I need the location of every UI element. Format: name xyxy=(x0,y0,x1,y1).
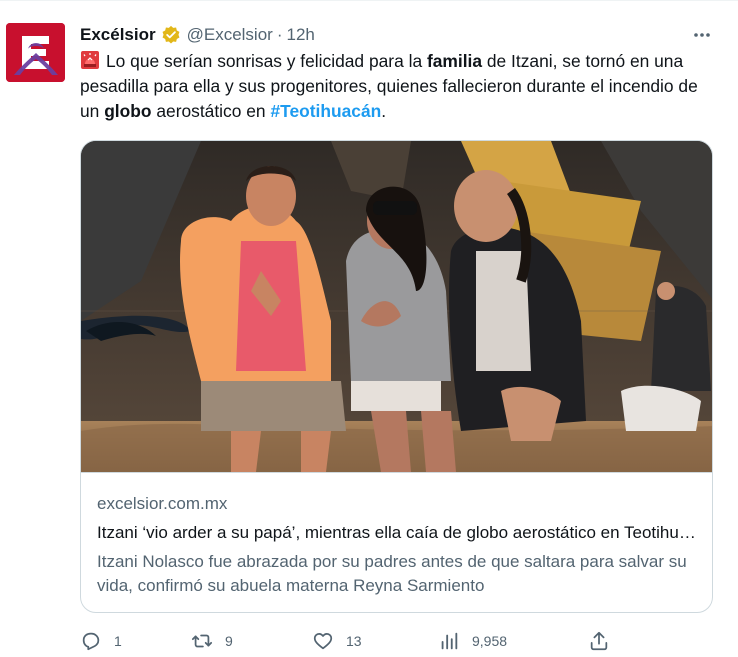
tweet-header: Excélsior @Excelsior · 12h xyxy=(80,23,315,47)
repost-button[interactable]: 9 xyxy=(191,627,233,655)
avatar[interactable] xyxy=(6,23,65,82)
repost-icon xyxy=(191,634,213,648)
like-button[interactable]: 13 xyxy=(312,627,362,655)
verified-badge-icon xyxy=(162,25,180,44)
tweet-text-bold-familia: familia xyxy=(426,51,483,71)
author-name[interactable]: Excélsior xyxy=(80,25,156,45)
views-icon xyxy=(441,632,458,650)
reply-button[interactable]: 1 xyxy=(80,627,122,655)
views-count: 9,958 xyxy=(472,633,508,649)
card-domain: excelsior.com.mx xyxy=(97,494,228,513)
views-button[interactable]: 9,958 xyxy=(438,627,507,655)
excelsior-logo xyxy=(6,23,65,82)
tweet-text-bold-globo: globo xyxy=(104,101,152,121)
separator-dot: · xyxy=(276,25,283,44)
hashtag-link[interactable]: #Teotihuacán xyxy=(270,101,381,121)
repost-count: 9 xyxy=(225,633,233,649)
heart-icon xyxy=(313,632,333,650)
share-button[interactable] xyxy=(588,627,622,655)
tweet-text-part: Lo que serían sonrisas y felicidad para … xyxy=(106,51,427,71)
like-count: 13 xyxy=(346,633,362,649)
tweet[interactable]: Excélsior @Excelsior · 12h Lo que serían… xyxy=(0,0,738,657)
action-bar: 1 9 13 9,958 xyxy=(80,627,620,655)
siren-emoji-icon xyxy=(81,51,99,69)
card-meta[interactable]: excelsior.com.mx Itzani ‘vio arder a su … xyxy=(81,472,712,612)
link-card[interactable]: excelsior.com.mx Itzani ‘vio arder a su … xyxy=(80,140,713,613)
card-description: Itzani Nolasco fue abrazada por su padre… xyxy=(97,552,687,595)
reply-count: 1 xyxy=(114,633,122,649)
share-icon xyxy=(590,631,608,651)
author-handle[interactable]: @Excelsior xyxy=(187,25,273,45)
more-icon[interactable] xyxy=(688,21,716,49)
card-title[interactable]: Itzani ‘vio arder a su papá’, mientras e… xyxy=(97,523,702,543)
tweet-text-part: . xyxy=(381,101,387,121)
tweet-text: Lo que serían sonrisas y felicidad para … xyxy=(80,49,720,124)
timestamp[interactable]: 12h xyxy=(287,25,315,45)
tweet-text-part: aerostático en xyxy=(151,101,271,121)
card-photo[interactable] xyxy=(81,141,713,472)
reply-icon xyxy=(82,632,100,651)
